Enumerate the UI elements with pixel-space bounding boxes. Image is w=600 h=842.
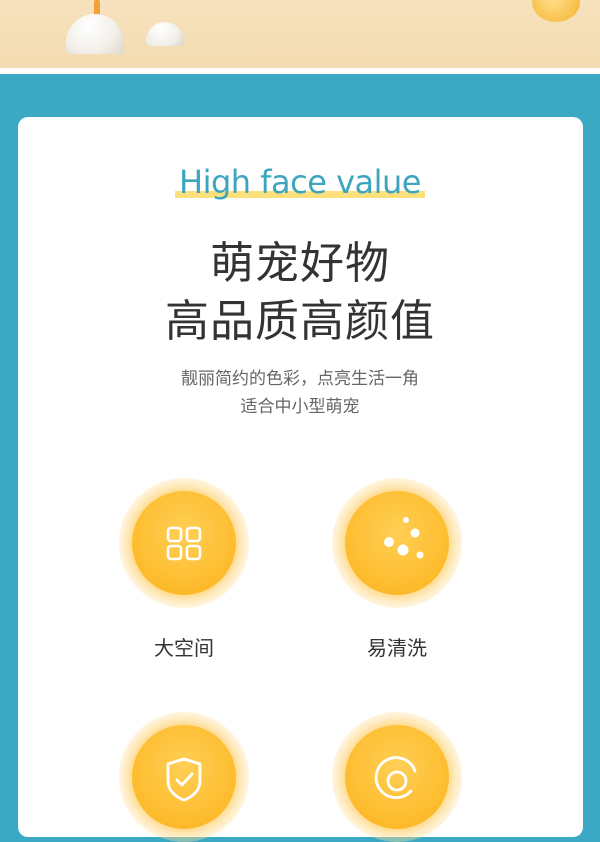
banner-divider: [0, 68, 600, 74]
feature-glow: [119, 478, 249, 608]
description-line-2: 适合中小型萌宠: [240, 397, 360, 417]
feature-glow: [332, 478, 462, 608]
ring-icon: [374, 756, 417, 799]
feature-label: 大空间: [154, 636, 214, 660]
grid-icon: [166, 526, 202, 561]
english-title-text: High face value: [179, 163, 421, 201]
title-line-2: 高品质高颜值: [165, 296, 435, 347]
ball-decoration: [532, 0, 580, 22]
bubbles-icon: [384, 517, 424, 559]
feature-label: 易清洗: [367, 636, 427, 660]
english-title-wrap: High face value: [0, 160, 600, 204]
feature-circle: [132, 491, 236, 595]
feature-circle: [345, 491, 449, 595]
dome-decoration-large: [66, 14, 124, 54]
shield-check-icon: [166, 757, 202, 802]
top-banner: [0, 0, 600, 74]
feature-glow: [332, 712, 462, 842]
description-line-1: 靓丽简约的色彩，点亮生活一角: [181, 369, 419, 389]
feature-circle: [345, 725, 449, 829]
title-line-1: 萌宠好物: [210, 238, 390, 289]
english-title: High face value: [175, 160, 425, 204]
content-card: [18, 117, 583, 837]
dome-decoration-small: [146, 22, 184, 46]
feature-circle: [132, 725, 236, 829]
feature-glow: [119, 712, 249, 842]
